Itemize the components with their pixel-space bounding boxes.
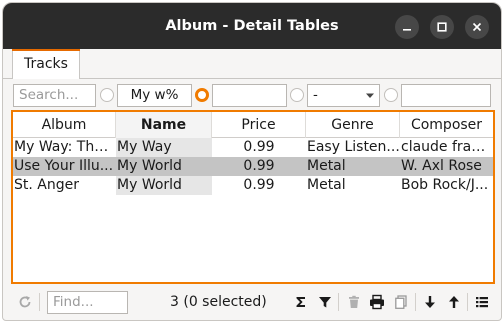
search-input[interactable]: Search... xyxy=(13,84,96,107)
table-header: Album Name Price Genre Composer xyxy=(13,112,493,138)
cell-album: St. Anger xyxy=(14,177,79,193)
filter-icon[interactable] xyxy=(317,294,333,310)
filter-bar: Search... My w% - xyxy=(3,80,501,110)
separator xyxy=(39,293,40,311)
cell-album: Use Your Illu... xyxy=(14,158,114,174)
find-input[interactable]: Find... xyxy=(47,291,128,314)
move-up-icon[interactable] xyxy=(446,294,462,310)
cell-name: My World xyxy=(116,176,212,195)
close-button[interactable] xyxy=(465,15,489,39)
price-filter-input[interactable] xyxy=(212,84,287,107)
table-row[interactable]: Use Your Illu... My World 0.99 Metal W. … xyxy=(13,157,493,176)
name-filter-input[interactable]: My w% xyxy=(117,84,192,107)
table-row[interactable]: St. Anger My World 0.99 Metal Bob Rock/J… xyxy=(13,176,493,195)
status-bar: Find... 3 (0 selected) xyxy=(3,287,501,317)
refresh-icon[interactable] xyxy=(17,294,33,310)
genre-filter-toggle[interactable] xyxy=(384,88,398,102)
cell-price: 0.99 xyxy=(243,158,275,174)
maximize-button[interactable] xyxy=(430,15,454,39)
cell-genre: Metal xyxy=(307,177,346,193)
separator xyxy=(467,293,468,311)
minimize-icon xyxy=(403,29,411,31)
album-filter-toggle[interactable] xyxy=(100,88,114,102)
separator xyxy=(338,293,339,311)
sum-icon[interactable] xyxy=(293,294,309,310)
tab-strip: Tracks xyxy=(3,49,501,79)
copy-icon[interactable] xyxy=(393,294,409,310)
cell-album: My Way: The... xyxy=(14,139,116,155)
row-count-label: 3 (0 selected) xyxy=(170,294,267,310)
cell-price: 0.99 xyxy=(243,139,275,155)
separator xyxy=(415,293,416,311)
cell-genre: Metal xyxy=(307,158,346,174)
maximize-icon xyxy=(437,22,447,32)
minimize-button[interactable] xyxy=(395,15,419,39)
menu-icon[interactable] xyxy=(474,294,490,310)
cell-composer: W. Axl Rose xyxy=(401,158,482,174)
app-window: Album - Detail Tables Tracks Search... M… xyxy=(2,2,502,321)
cell-composer: Bob Rock/J... xyxy=(401,177,489,193)
move-down-icon[interactable] xyxy=(422,294,438,310)
column-header-genre[interactable]: Genre xyxy=(306,112,400,138)
table-row[interactable]: My Way: The... My Way 0.99 Easy Listen..… xyxy=(13,138,493,157)
cell-price: 0.99 xyxy=(243,177,275,193)
cell-composer: claude fran... xyxy=(401,139,493,155)
tracks-table[interactable]: Album Name Price Genre Composer My Way: … xyxy=(11,110,495,284)
cell-genre: Easy Listen... xyxy=(307,139,400,155)
column-header-album[interactable]: Album xyxy=(13,112,116,138)
delete-icon[interactable] xyxy=(346,294,362,310)
column-header-price[interactable]: Price xyxy=(212,112,306,138)
cell-name: My World xyxy=(116,157,212,176)
genre-select-value: - xyxy=(313,87,318,103)
price-filter-toggle[interactable] xyxy=(290,88,304,102)
composer-filter-input[interactable] xyxy=(401,84,491,107)
tab-tracks[interactable]: Tracks xyxy=(12,49,80,79)
column-header-composer[interactable]: Composer xyxy=(400,112,493,138)
close-icon xyxy=(472,22,482,32)
genre-select[interactable]: - xyxy=(307,84,380,107)
name-filter-toggle[interactable] xyxy=(195,88,209,102)
print-icon[interactable] xyxy=(369,294,385,310)
chevron-down-icon xyxy=(366,93,374,98)
window-title: Album - Detail Tables xyxy=(165,18,339,34)
cell-name: My Way xyxy=(116,138,212,157)
column-header-name[interactable]: Name xyxy=(116,112,212,138)
title-bar[interactable]: Album - Detail Tables xyxy=(3,3,501,49)
